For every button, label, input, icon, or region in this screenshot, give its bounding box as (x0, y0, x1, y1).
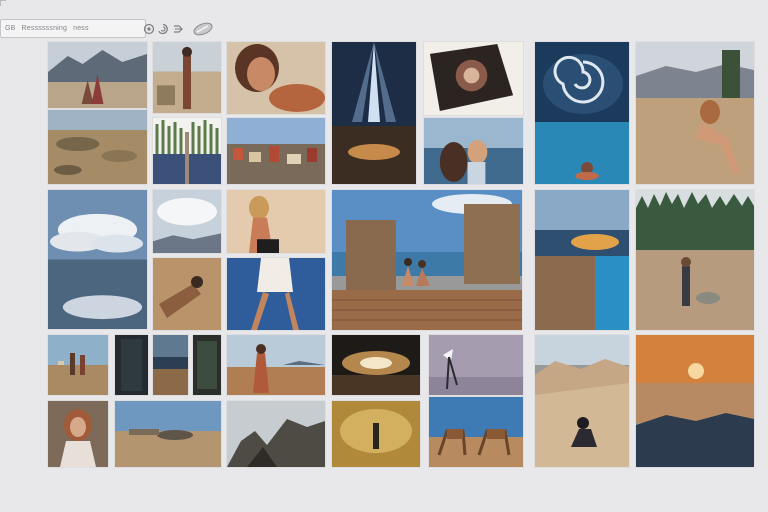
gallery-thumb-dark-panel-1[interactable] (115, 335, 148, 395)
gallery-thumb-golden-path[interactable] (332, 401, 420, 467)
gallery-thumb-desert-woman[interactable] (227, 335, 325, 395)
gallery-thumb-blonde-woman[interactable] (227, 190, 325, 253)
gallery-thumb-sand-figure[interactable] (153, 258, 221, 330)
gallery-thumb-tall-grass[interactable] (153, 118, 221, 184)
gallery-thumb-tilted-art[interactable] (424, 42, 523, 115)
gallery-thumb-swirl-sea[interactable] (535, 42, 629, 184)
gallery-thumb-walker-figure[interactable] (429, 335, 523, 395)
gallery-thumb-woman-on-rock[interactable] (636, 42, 754, 184)
gallery-thumb-beach-chairs[interactable] (429, 397, 523, 467)
gallery-thumb-sunset-horizon[interactable] (636, 335, 754, 467)
image-gallery (0, 0, 768, 512)
gallery-thumb-town-view[interactable] (227, 118, 325, 184)
gallery-thumb-sky-light-rays[interactable] (332, 42, 416, 184)
gallery-thumb-forest-meadow[interactable] (636, 190, 754, 330)
gallery-thumb-mountain-lake[interactable] (48, 42, 147, 108)
gallery-thumb-clouds-lake[interactable] (48, 190, 147, 329)
gallery-thumb-portrait-woman[interactable] (227, 42, 325, 114)
gallery-thumb-rock-arch-sea[interactable] (332, 190, 522, 330)
gallery-thumb-glowing-island[interactable] (535, 190, 629, 330)
gallery-thumb-dry-field[interactable] (48, 110, 147, 184)
gallery-thumb-beach-people[interactable] (48, 335, 108, 395)
gallery-thumb-seaside-dark[interactable] (153, 335, 188, 395)
gallery-thumb-couple-by-water[interactable] (424, 118, 523, 184)
gallery-thumb-red-hair-portrait[interactable] (48, 401, 108, 467)
gallery-thumb-desert-figures[interactable] (153, 42, 221, 113)
gallery-thumb-desert-plain[interactable] (115, 401, 221, 467)
gallery-thumb-rocky-hill[interactable] (227, 401, 325, 467)
gallery-thumb-dark-panel-2[interactable] (193, 335, 221, 395)
gallery-thumb-dune-sitter[interactable] (535, 335, 629, 467)
gallery-thumb-bright-sky[interactable] (153, 190, 221, 253)
gallery-thumb-glowing-boat[interactable] (332, 335, 420, 395)
gallery-thumb-legs-blue[interactable] (227, 258, 325, 330)
